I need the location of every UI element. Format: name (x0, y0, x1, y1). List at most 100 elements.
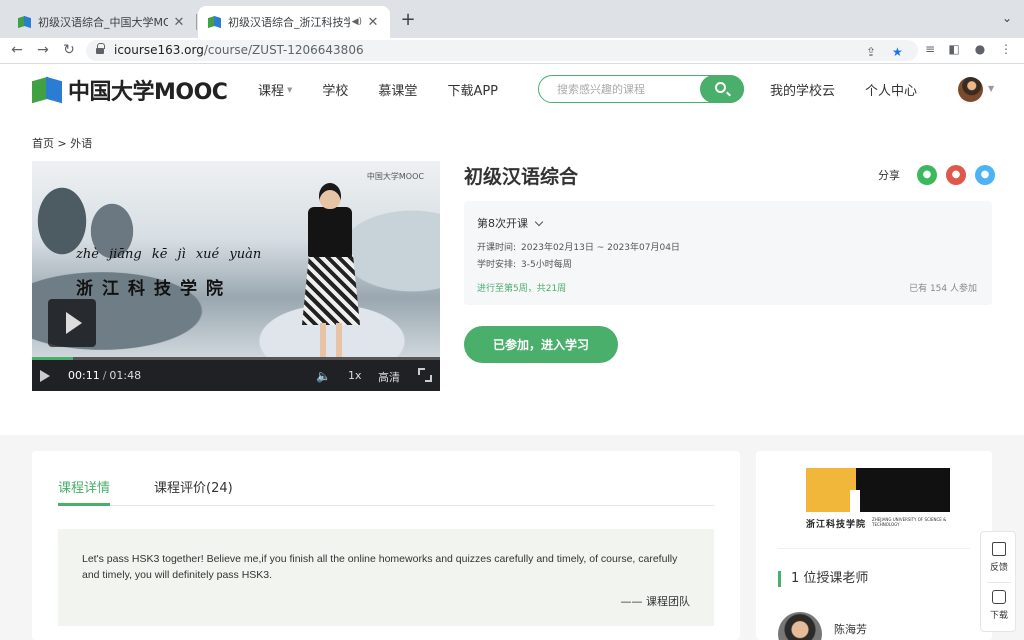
feedback-label: 反馈 (989, 563, 1008, 573)
tab-course-details[interactable]: 课程详情 (58, 476, 111, 506)
term-label: 第8次开课 (477, 217, 528, 230)
nav-schools[interactable]: 学校 (322, 80, 348, 99)
course-search (538, 75, 744, 103)
nav-label: 慕课堂 (378, 84, 418, 99)
quality-button[interactable]: 高清 (378, 369, 400, 385)
fullscreen-icon[interactable] (418, 368, 432, 382)
nav-personal-center[interactable]: 个人中心 (865, 80, 917, 99)
browser-menu-icon[interactable]: ⋮ (998, 42, 1014, 56)
school-name-cn: 浙江科技学院 (806, 520, 867, 530)
course-title: 初级汉语综合 (464, 166, 579, 188)
playback-speed-button[interactable]: 1x (348, 369, 362, 382)
divider (778, 548, 970, 549)
floating-toolbar: 反馈 下载 (980, 531, 1016, 632)
download-button[interactable]: 下载 (981, 590, 1017, 621)
enrolled-count: 已有 154 人参加 (909, 284, 977, 294)
tab-divider (196, 14, 197, 30)
qq-share-icon[interactable]: ● (975, 165, 995, 185)
term-info-box: 第8次开课 开课时间: 2023年02月13日 ~ 2023年07月04日 学时安… (464, 201, 992, 305)
video-presenter (302, 183, 360, 357)
play-icon[interactable] (40, 370, 50, 382)
presenter-top (308, 207, 352, 257)
nav-download-app[interactable]: 下载APP (447, 80, 498, 99)
tab-search-chevron-icon[interactable]: ⌄ (1002, 11, 1012, 25)
close-tab-icon[interactable]: ✕ (366, 15, 380, 30)
teacher-name[interactable]: 陈海芳 (834, 621, 867, 637)
audio-playing-icon[interactable]: ◀) (352, 17, 362, 27)
school-card: 浙江科技学院 ZHEJIANG UNIVERSITY OF SCIENCE & … (756, 451, 992, 640)
side-panel-icon[interactable]: ◧ (946, 42, 962, 56)
url-host: icourse163.org (114, 43, 204, 57)
site-logo[interactable]: 中国大学MOOC (32, 76, 228, 105)
search-input[interactable] (539, 76, 699, 102)
bookmark-star-icon[interactable]: ★ (892, 42, 903, 63)
quote-author: —— 课程团队 (620, 595, 691, 608)
back-arrow-icon[interactable]: ← (8, 41, 26, 59)
browser-tab-strip: 初级汉语综合_中国大学MOOC(慕课) ✕ 初级汉语综合_浙江科技学院_中国大学… (0, 0, 1024, 38)
nav-label: 学校 (322, 84, 349, 99)
video-hanzi-caption: 浙江科技学院 (76, 279, 232, 299)
lock-icon (96, 43, 105, 55)
teacher-avatar[interactable] (778, 612, 822, 640)
school-logo[interactable]: 浙江科技学院 ZHEJIANG UNIVERSITY OF SCIENCE & … (806, 468, 950, 530)
search-button[interactable] (700, 75, 744, 103)
address-bar[interactable]: icourse163.org/course/ZUST-1206643806 ⇪ … (86, 40, 918, 61)
schedule-value: 2023年02月13日 ~ 2023年07月04日 (521, 243, 680, 253)
chevron-down-icon (534, 217, 544, 226)
new-tab-button[interactable]: + (398, 9, 418, 30)
hours-value: 3-5小时每周 (521, 260, 572, 270)
school-name-en: ZHEJIANG UNIVERSITY OF SCIENCE & TECHNOL… (872, 517, 947, 527)
download-label: 下载 (989, 611, 1008, 621)
tab-title: 初级汉语综合_浙江科技学院_中国大学MOOC (228, 16, 350, 29)
mooc-favicon-icon (18, 16, 32, 28)
presenter-skirt (302, 255, 360, 325)
share-page-icon[interactable]: ⇪ (866, 42, 876, 63)
main-nav: 课程 ▼ 学校 慕课堂 下载APP (258, 80, 528, 99)
hours-label: 学时安排: (477, 260, 517, 270)
nav-my-school-cloud[interactable]: 我的学校云 (770, 80, 835, 99)
logo-black-block (856, 468, 950, 512)
user-nav: 我的学校云 个人中心 (770, 80, 947, 99)
browser-tab-1[interactable]: 初级汉语综合_中国大学MOOC(慕课) ✕ (8, 6, 196, 38)
wechat-share-icon[interactable]: ● (917, 165, 937, 185)
tab-course-reviews[interactable]: 课程评价(24) (154, 476, 233, 505)
video-player[interactable]: 中国大学MOOC zhè jiāng kē jì xué yuàn 浙江科技学院… (32, 161, 440, 391)
breadcrumb-separator: > (57, 137, 67, 150)
big-play-button[interactable] (48, 299, 96, 347)
browser-tab-2-active[interactable]: 初级汉语综合_浙江科技学院_中国大学MOOC ◀) ✕ (198, 6, 390, 38)
enter-study-button[interactable]: 已参加，进入学习 (464, 326, 618, 363)
course-quote: Let's pass HSK3 together! Believe me,if … (58, 529, 714, 626)
nav-label: 下载APP (447, 84, 499, 99)
weibo-share-icon[interactable]: ● (946, 165, 966, 185)
caret-down-icon[interactable]: ▼ (988, 84, 994, 93)
caret-down-icon: ▼ (287, 85, 293, 94)
share-bar: 分享 ● ● ● (878, 165, 995, 185)
logo-text: 中国大学MOOC (68, 80, 228, 105)
close-tab-icon[interactable]: ✕ (172, 15, 186, 30)
video-time: 00:11/01:48 (68, 369, 141, 382)
breadcrumb: 首页 > 外语 (32, 135, 92, 151)
breadcrumb-category[interactable]: 外语 (70, 137, 92, 150)
hours-row: 学时安排: 3-5小时每周 (477, 257, 572, 270)
presenter-legs (320, 323, 342, 357)
presenter-head (319, 183, 341, 209)
schedule-row: 开课时间: 2023年02月13日 ~ 2023年07月04日 (477, 240, 680, 253)
user-avatar[interactable] (958, 77, 983, 102)
feedback-button[interactable]: 反馈 (981, 542, 1017, 573)
tab-title: 初级汉语综合_中国大学MOOC(慕课) (38, 16, 168, 29)
logo-notch (850, 490, 860, 512)
divider (987, 582, 1011, 583)
course-progress-status: 进行至第5周，共21周 (477, 284, 567, 294)
forward-arrow-icon[interactable]: → (34, 41, 52, 59)
nav-mooc-class[interactable]: 慕课堂 (378, 80, 417, 99)
profile-icon[interactable]: ● (972, 42, 988, 56)
search-icon (715, 82, 726, 93)
quote-text: Let's pass HSK3 together! Believe me,if … (82, 553, 678, 581)
reload-icon[interactable]: ↻ (60, 41, 78, 59)
nav-courses[interactable]: 课程 ▼ (258, 80, 292, 99)
term-selector[interactable]: 第8次开课 (477, 215, 544, 231)
reading-list-icon[interactable]: ≡ (922, 42, 938, 56)
volume-icon[interactable]: 🔈 (316, 369, 331, 383)
nav-label: 课程 (258, 84, 285, 99)
breadcrumb-home[interactable]: 首页 (32, 137, 54, 150)
